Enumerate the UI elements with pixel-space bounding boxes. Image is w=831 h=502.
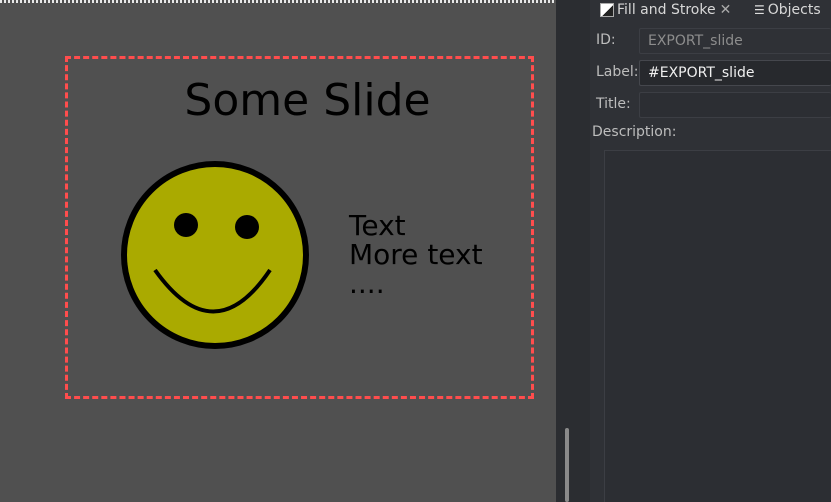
tab-fill-and-stroke[interactable]: Fill and Stroke ✕ (600, 0, 731, 20)
panel-divider (556, 0, 590, 502)
drawing-canvas[interactable]: Some Slide Text More text .... (0, 0, 556, 502)
tab-fill-and-stroke-label: Fill and Stroke (617, 2, 716, 18)
slide-text-line-3: .... (349, 267, 385, 300)
slide-title-text[interactable]: Some Slide (0, 75, 556, 126)
dock-tabs: Fill and Stroke ✕ ☰ Objects (590, 0, 831, 20)
label-label: Label: (596, 64, 639, 80)
smiley-face-drawing[interactable] (118, 158, 314, 354)
id-field[interactable]: EXPORT_slide (639, 28, 831, 54)
id-label: ID: (596, 32, 616, 48)
smiley-right-eye (235, 215, 259, 239)
objects-icon: ☰ (754, 3, 765, 17)
slide-text-line-1: Text (349, 209, 406, 242)
title-label: Title: (596, 96, 631, 112)
slide-body-text[interactable]: Text More text .... (349, 211, 483, 298)
description-textarea[interactable] (604, 150, 831, 502)
title-field[interactable] (639, 92, 831, 118)
label-field[interactable]: #EXPORT_slide (639, 60, 831, 86)
tab-objects-label: Objects (767, 2, 821, 18)
tab-objects[interactable]: ☰ Objects (754, 0, 821, 20)
close-icon[interactable]: ✕ (720, 2, 732, 18)
slide-text-line-2: More text (349, 238, 483, 271)
smiley-left-eye (174, 213, 198, 237)
fill-stroke-icon (600, 3, 614, 17)
description-label: Description: (592, 124, 677, 140)
vertical-scrollbar[interactable] (565, 428, 569, 502)
object-properties-panel: Fill and Stroke ✕ ☰ Objects ID: EXPORT_s… (590, 0, 831, 502)
smiley-face-circle (121, 161, 309, 349)
top-ruler (0, 0, 556, 3)
